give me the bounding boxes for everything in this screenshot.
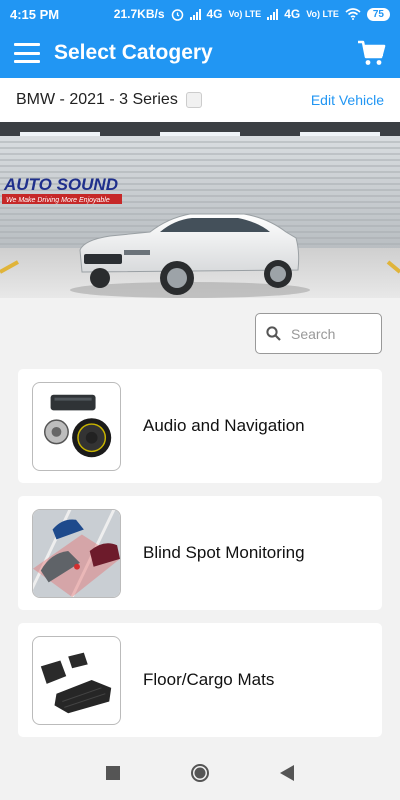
category-card-floor-mats[interactable]: Floor/Cargo Mats [18, 623, 382, 737]
network-type-2: 4G [284, 7, 301, 21]
circle-icon [191, 764, 209, 782]
floor-mats-thumb [32, 635, 121, 725]
system-nav-bar [0, 746, 400, 800]
home-button[interactable] [190, 763, 210, 783]
volte-label-2: Vo) LTE [306, 8, 339, 19]
banner-tagline: We Make Driving More Enjoyable [6, 197, 110, 204]
search-box[interactable] [255, 313, 382, 354]
page-title: Select Catogery [54, 41, 213, 64]
back-triangle-icon [280, 765, 294, 781]
wifi-icon [345, 8, 361, 20]
signal-icon [189, 8, 201, 20]
status-time: 4:15 PM [10, 6, 60, 22]
app-bar: Select Catogery [0, 28, 400, 78]
network-speed: 21.7KB/s [113, 7, 165, 21]
search-icon [266, 326, 281, 341]
category-card-blind-spot[interactable]: Blind Spot Monitoring [18, 496, 382, 610]
vehicle-row: BMW - 2021 - 3 Series Edit Vehicle [0, 78, 400, 122]
status-bar: 4:15 PM 21.7KB/s 4G Vo) LTE 4G Vo) LTE 7… [0, 0, 400, 28]
category-label: Floor/Cargo Mats [143, 670, 275, 689]
vehicle-checkbox[interactable] [185, 92, 202, 108]
recents-button[interactable] [106, 766, 120, 780]
battery-indicator: 75 [366, 7, 390, 21]
category-card-audio[interactable]: Audio and Navigation [18, 369, 382, 483]
menu-icon[interactable] [14, 43, 40, 63]
category-label: Audio and Navigation [143, 416, 305, 435]
category-label: Blind Spot Monitoring [143, 543, 305, 562]
vehicle-banner: AUTO SOUND We Make Driving More Enjoyabl… [0, 122, 400, 298]
back-button[interactable] [280, 765, 294, 781]
speaker-amplifier-thumb [32, 381, 121, 471]
network-type-1: 4G [206, 7, 223, 21]
square-icon [106, 766, 120, 780]
edit-vehicle-link[interactable]: Edit Vehicle [311, 92, 384, 108]
blind-spot-cars-thumb [32, 508, 121, 598]
cart-icon[interactable] [356, 38, 386, 68]
alarm-icon [171, 8, 183, 21]
banner-logo-text: AUTO SOUND [3, 175, 118, 194]
signal-icon-2 [267, 8, 279, 20]
volte-label-1: Vo) LTE [228, 8, 262, 19]
vehicle-name: BMW - 2021 - 3 Series [16, 91, 178, 108]
search-input[interactable] [291, 325, 371, 342]
